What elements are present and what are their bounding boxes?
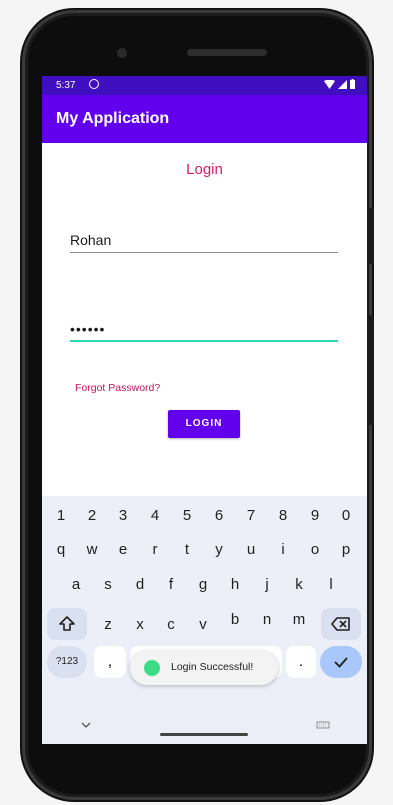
key-t[interactable]: t [177, 541, 197, 558]
key-m[interactable]: m [289, 611, 309, 628]
front-camera [117, 48, 127, 58]
toast-message: Login Successful! [171, 661, 254, 673]
username-underline [70, 252, 338, 253]
key-s[interactable]: s [98, 576, 118, 593]
symbols-key[interactable]: ?123 [47, 646, 87, 678]
key-q[interactable]: q [51, 541, 71, 558]
shift-icon [59, 616, 75, 631]
username-field[interactable]: Rohan [70, 232, 338, 248]
key-a[interactable]: a [66, 576, 86, 593]
key-n[interactable]: n [257, 611, 277, 628]
checkmark-icon [334, 657, 348, 668]
key-z[interactable]: z [98, 616, 118, 633]
wifi-icon [324, 79, 335, 89]
key-x[interactable]: x [130, 616, 150, 633]
forgot-password-link[interactable]: Forgot Password? [75, 382, 160, 394]
key-8[interactable]: 8 [273, 507, 293, 524]
key-f[interactable]: f [161, 576, 181, 593]
app-bar: My Application [42, 95, 367, 143]
key-0[interactable]: 0 [336, 507, 356, 524]
toast: Login Successful! [130, 651, 278, 685]
keyboard-switcher-icon[interactable] [316, 721, 330, 729]
key-k[interactable]: k [289, 576, 309, 593]
key-3[interactable]: 3 [113, 507, 133, 524]
enter-key[interactable] [320, 646, 362, 678]
login-button[interactable]: LOGIN [168, 410, 240, 438]
status-bar: 5:37 [42, 76, 367, 95]
sync-icon [89, 79, 99, 89]
volume-button [368, 208, 374, 264]
gesture-navigation-handle[interactable] [160, 733, 248, 736]
key-b[interactable]: b [225, 611, 245, 628]
password-field[interactable]: •••••• [70, 321, 338, 337]
backspace-key[interactable] [321, 608, 361, 640]
battery-icon [350, 79, 355, 89]
key-1[interactable]: 1 [51, 507, 71, 524]
status-icons [324, 79, 355, 89]
key-5[interactable]: 5 [177, 507, 197, 524]
key-h[interactable]: h [225, 576, 245, 593]
key-c[interactable]: c [161, 616, 181, 633]
key-e[interactable]: e [113, 541, 133, 558]
key-o[interactable]: o [305, 541, 325, 558]
key-9[interactable]: 9 [305, 507, 325, 524]
period-key[interactable]: . [286, 646, 316, 678]
key-g[interactable]: g [193, 576, 213, 593]
key-7[interactable]: 7 [241, 507, 261, 524]
password-underline-focused [70, 340, 338, 342]
key-v[interactable]: v [193, 616, 213, 633]
earpiece-speaker [187, 49, 267, 56]
signal-icon [338, 79, 347, 89]
key-r[interactable]: r [145, 541, 165, 558]
key-w[interactable]: w [82, 541, 102, 558]
android-icon [144, 660, 160, 676]
soft-keyboard: 1 2 3 4 5 6 7 8 9 0 q w e r t y u i o p … [42, 496, 367, 744]
login-title: Login [186, 161, 223, 178]
key-2[interactable]: 2 [82, 507, 102, 524]
key-l[interactable]: l [321, 576, 341, 593]
key-p[interactable]: p [336, 541, 356, 558]
status-time: 5:37 [56, 80, 76, 91]
power-button [368, 315, 374, 425]
backspace-icon [331, 617, 350, 631]
key-y[interactable]: y [209, 541, 229, 558]
shift-key[interactable] [47, 608, 87, 640]
key-d[interactable]: d [130, 576, 150, 593]
key-u[interactable]: u [241, 541, 261, 558]
collapse-keyboard-icon[interactable] [80, 721, 92, 729]
comma-key[interactable]: , [94, 646, 126, 678]
key-6[interactable]: 6 [209, 507, 229, 524]
screen: 5:37 My Application Login Rohan •••••• F… [42, 76, 367, 744]
app-title: My Application [56, 110, 170, 127]
key-4[interactable]: 4 [145, 507, 165, 524]
key-j[interactable]: j [257, 576, 277, 593]
key-i[interactable]: i [273, 541, 293, 558]
